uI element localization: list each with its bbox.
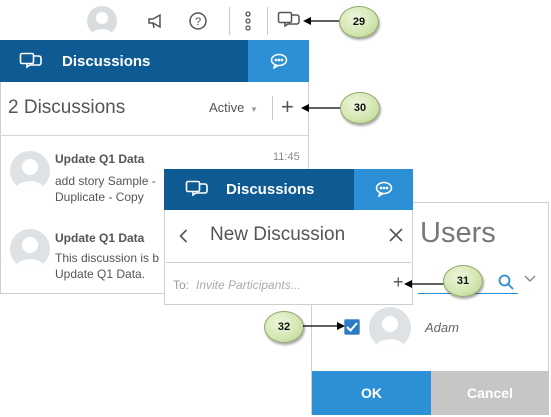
divider [166,262,411,263]
user-name: Adam [425,320,459,335]
discussion-time: 11:45 [273,151,300,163]
discussions-header-icon [184,179,210,201]
discussion-title: Update Q1 Data [55,152,145,166]
svg-text:?: ? [195,16,201,28]
avatar [369,307,411,349]
discussions-header-icon [18,51,44,73]
callout-30: 30 [340,92,380,124]
avatar [10,151,50,191]
back-chevron-icon[interactable] [176,226,190,246]
discussion-count: 2 Discussions [8,97,126,118]
more-vertical-icon[interactable] [238,9,258,33]
caret-down-icon: ▼ [250,105,258,114]
avatar [10,229,50,269]
invite-participants-input[interactable]: Invite Participants... [196,278,376,292]
chat-bubble-icon[interactable] [268,51,290,71]
callout-29-arrow [303,17,343,25]
discussion-title: Update Q1 Data [55,231,145,245]
help-icon[interactable]: ? [187,10,209,32]
callout-31: 31 [443,265,483,297]
discussion-snippet: Update Q1 Data. [55,267,146,281]
add-participant-button[interactable]: + [393,272,404,293]
divider [0,135,309,136]
discussion-snippet: add story Sample - [55,174,156,188]
users-title: Users [420,217,496,249]
new-discussion-header-title: Discussions [226,181,315,198]
cancel-button[interactable]: Cancel [431,371,549,415]
add-discussion-button[interactable]: + [281,94,294,120]
status-filter-dropdown[interactable]: Active ▼ [209,100,258,115]
callout-31-arrow [404,280,448,288]
user-select-checkbox[interactable] [344,319,360,335]
callout-30-arrow [301,104,345,112]
ok-button[interactable]: OK [312,371,431,415]
chevron-down-icon[interactable] [522,272,538,286]
toolbar-divider [267,7,268,35]
toolbar-divider [229,7,230,35]
to-label: To: [173,278,190,292]
user-avatar[interactable] [87,6,117,36]
new-discussion-title: New Discussion [210,224,346,245]
divider [272,96,273,120]
callout-29: 29 [339,6,379,38]
callout-32-arrow [303,322,345,330]
discussion-snippet: Duplicate - Copy [55,190,144,204]
discussions-list-title: Discussions [62,53,151,70]
status-filter-label: Active [209,100,245,115]
discussion-snippet: This discussion is b [55,251,160,265]
chat-bubble-icon[interactable] [373,179,395,199]
discussions-icon[interactable] [276,10,302,32]
callout-32: 32 [264,311,304,343]
megaphone-icon[interactable] [146,10,168,32]
close-icon[interactable] [388,227,404,243]
search-icon[interactable] [496,272,516,292]
